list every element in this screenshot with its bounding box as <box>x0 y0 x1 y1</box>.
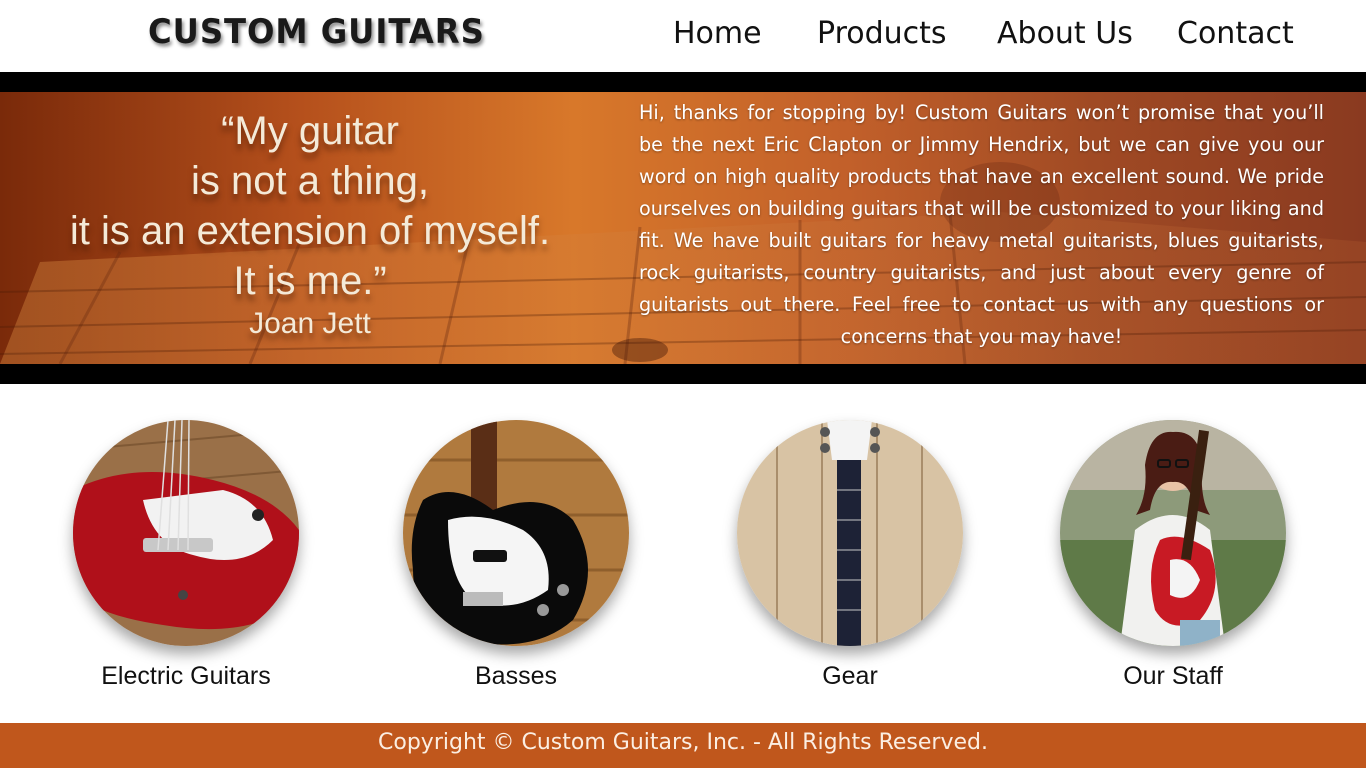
site-logo[interactable]: CUSTOM GUITARS <box>148 12 485 52</box>
hero-quote: “My guitar is not a thing, it is an exte… <box>30 106 590 342</box>
quote-line: it is an extension of myself. <box>69 209 551 253</box>
category-our-staff[interactable]: Our Staff <box>1023 420 1323 691</box>
nav-contact[interactable]: Contact <box>1177 16 1294 51</box>
gear-photo[interactable] <box>737 420 963 646</box>
bass-guitar-photo[interactable] <box>403 420 629 646</box>
staff-photo[interactable] <box>1060 420 1286 646</box>
nav-home[interactable]: Home <box>673 16 762 51</box>
hero-top-border <box>0 72 1366 92</box>
site-header: CUSTOM GUITARS Home Products About Us Co… <box>0 0 1366 72</box>
nav-about-us[interactable]: About Us <box>997 16 1133 51</box>
site-footer: Copyright © Custom Guitars, Inc. - All R… <box>0 723 1366 768</box>
quote-line: is not a thing, <box>191 159 429 203</box>
hero-banner: “My guitar is not a thing, it is an exte… <box>0 92 1366 364</box>
category-label[interactable]: Gear <box>700 662 1000 691</box>
quote-author: Joan Jett <box>249 307 371 340</box>
category-basses[interactable]: Basses <box>366 420 666 691</box>
category-label[interactable]: Basses <box>366 662 666 691</box>
copyright-text: Copyright © Custom Guitars, Inc. - All R… <box>378 730 988 755</box>
nav-products[interactable]: Products <box>817 16 947 51</box>
electric-guitar-photo[interactable] <box>73 420 299 646</box>
category-label[interactable]: Our Staff <box>1023 662 1323 691</box>
category-electric-guitars[interactable]: Electric Guitars <box>36 420 336 691</box>
hero-bottom-border <box>0 364 1366 384</box>
quote-line: It is me.” <box>233 259 387 303</box>
intro-text: Hi, thanks for stopping by! Custom Guita… <box>639 101 1324 348</box>
category-gear[interactable]: Gear <box>700 420 1000 691</box>
category-label[interactable]: Electric Guitars <box>36 662 336 691</box>
quote-line: “My guitar <box>221 109 399 153</box>
